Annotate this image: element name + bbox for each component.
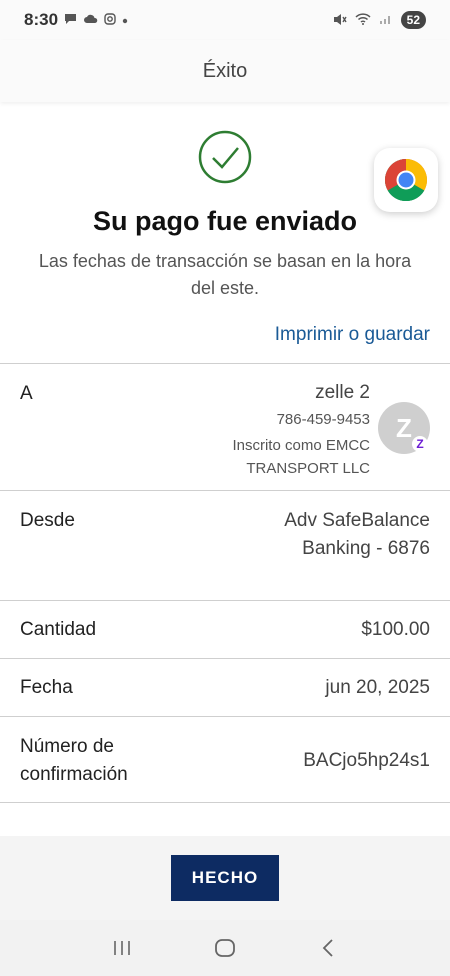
status-time: 8:30: [24, 10, 59, 29]
confirmation-label: Número de confirmación: [20, 736, 128, 785]
amount-value: $100.00: [361, 619, 430, 640]
print-or-save-link[interactable]: Imprimir o guardar: [275, 324, 430, 346]
date-label: Fecha: [20, 677, 73, 698]
recipient-name: zelle 2: [315, 382, 370, 403]
recipient-row: A zelle 2 786-459-9453 Inscrito como EMC…: [0, 364, 450, 491]
payment-details: A zelle 2 786-459-9453 Inscrito como EMC…: [0, 363, 450, 803]
wifi-icon: [355, 13, 371, 27]
instagram-icon: [104, 13, 116, 27]
amount-label: Cantidad: [20, 619, 97, 640]
footer: HECHO: [0, 836, 450, 920]
from-label: Desde: [20, 510, 75, 531]
navigation-bar: [0, 920, 450, 976]
recipient-label: A: [20, 383, 33, 404]
from-row: Desde Adv SafeBalance Banking - 6876: [0, 491, 450, 601]
confirmation-value: BACjo5hp24s1: [303, 750, 430, 771]
success-area: Su pago fue enviado Las fechas de transa…: [0, 102, 450, 364]
check-circle-icon: [198, 130, 252, 184]
chat-icon: [64, 13, 77, 27]
page-title: Éxito: [202, 59, 248, 82]
from-value: Adv SafeBalance Banking - 6876: [284, 510, 430, 559]
dot-icon: [122, 14, 128, 26]
confirmation-row: Número de confirmación BACjo5hp24s1: [0, 717, 450, 803]
success-subtitle: Las fechas de transacción se basan en la…: [38, 251, 412, 298]
date-value: jun 20, 2025: [325, 677, 430, 698]
amount-row: Cantidad $100.00: [0, 601, 450, 659]
status-bar: 8:30 52: [0, 0, 450, 40]
home-icon[interactable]: [210, 933, 240, 963]
chrome-bubble[interactable]: [374, 148, 438, 212]
battery-indicator: 52: [400, 11, 426, 29]
chrome-icon: [384, 159, 428, 202]
cloud-icon: [83, 14, 98, 26]
app-header: Éxito: [0, 40, 450, 102]
status-right: 52: [333, 11, 426, 29]
date-row: Fecha jun 20, 2025: [0, 659, 450, 717]
back-icon[interactable]: [313, 933, 343, 963]
recents-icon[interactable]: [107, 933, 137, 963]
success-title: Su pago fue enviado: [92, 206, 358, 236]
zelle-badge-icon: Z: [412, 436, 428, 452]
done-button[interactable]: HECHO: [171, 855, 279, 901]
status-left: 8:30: [24, 10, 128, 30]
mute-icon: [333, 13, 347, 28]
signal-icon: [379, 13, 393, 27]
recipient-phone: 786-459-9453: [276, 411, 370, 428]
recipient-enrolled: Inscrito como EMCC TRANSPORT LLC: [232, 437, 370, 477]
